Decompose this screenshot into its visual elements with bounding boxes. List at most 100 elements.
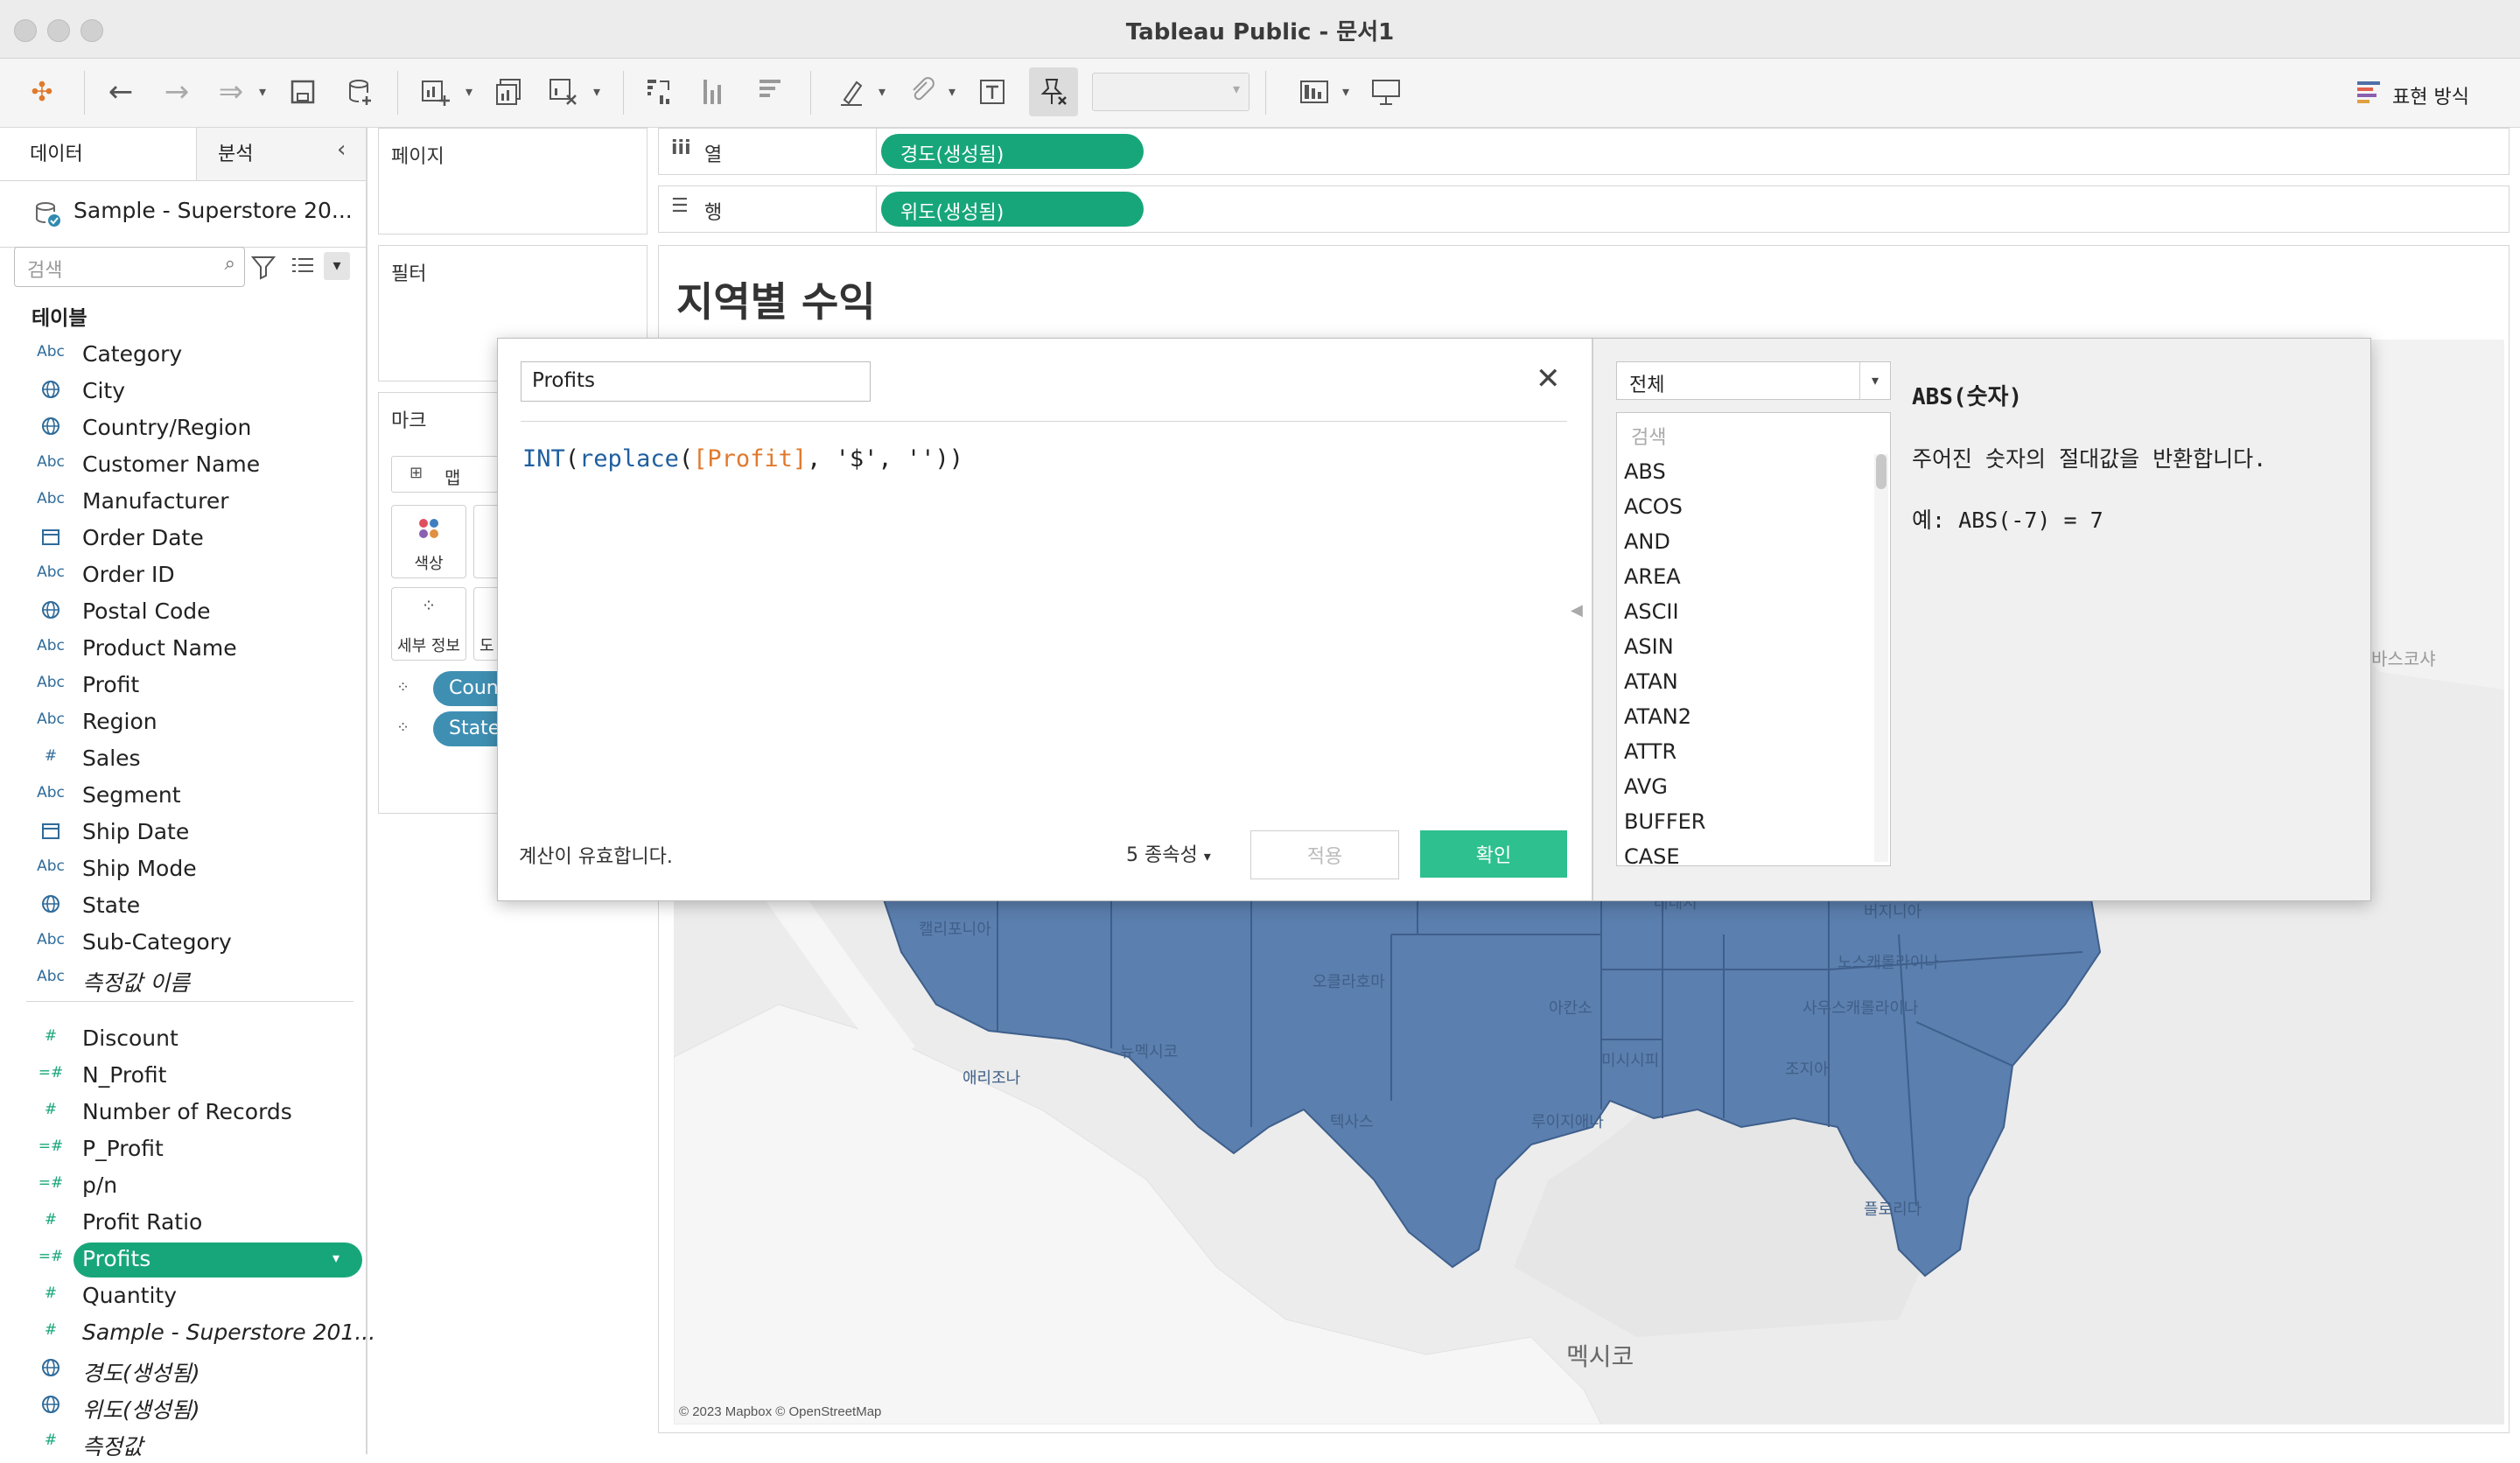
calc-name-input[interactable]: Profits bbox=[521, 361, 871, 402]
close-icon[interactable]: ✕ bbox=[1536, 361, 1561, 396]
formula-editor[interactable]: INT(replace([Profit], '$', '')) bbox=[522, 445, 963, 472]
datasource-row[interactable]: Sample - Superstore 20... bbox=[0, 180, 366, 248]
view-list-icon[interactable] bbox=[290, 256, 315, 278]
field-item[interactable]: # Number of Records bbox=[0, 1096, 366, 1132]
filters-card-title: 필터 bbox=[391, 263, 427, 285]
show-cards-dropdown-icon[interactable]: ▾ bbox=[1342, 83, 1349, 100]
field-item[interactable]: 경도(생성됨) bbox=[0, 1353, 366, 1390]
rows-shelf[interactable]: ☰ 행 위도(생성됨) bbox=[658, 186, 2510, 233]
function-list-item[interactable]: ATTR bbox=[1624, 739, 1676, 764]
function-category-select[interactable]: 전체 ▾ bbox=[1616, 361, 1891, 400]
field-item[interactable]: Abc Ship Mode bbox=[0, 852, 366, 889]
replay-icon[interactable]: ⇒ bbox=[210, 71, 252, 113]
field-item[interactable]: City bbox=[0, 374, 366, 411]
data-search-input[interactable]: 검색 ⌕ bbox=[14, 247, 245, 287]
highlight-dropdown-icon[interactable]: ▾ bbox=[878, 83, 886, 100]
field-label: Sub-Category bbox=[82, 929, 232, 955]
filter-fields-icon[interactable] bbox=[250, 254, 276, 280]
tableau-logo-icon[interactable]: ✣ bbox=[21, 71, 63, 113]
field-item[interactable]: # Profit Ratio bbox=[0, 1206, 366, 1242]
new-datasource-icon[interactable] bbox=[340, 71, 382, 113]
field-item[interactable]: =# P_Profit bbox=[0, 1132, 366, 1169]
field-dropdown-icon[interactable]: ▾ bbox=[332, 1250, 340, 1266]
function-list-item[interactable]: AVG bbox=[1624, 774, 1668, 799]
show-mark-labels-icon[interactable] bbox=[971, 71, 1013, 113]
clear-dropdown-icon[interactable]: ▾ bbox=[593, 83, 600, 100]
columns-shelf[interactable]: iii 열 경도(생성됨) bbox=[658, 128, 2510, 175]
field-item[interactable]: # Sales bbox=[0, 742, 366, 779]
scrollbar-thumb[interactable] bbox=[1876, 454, 1886, 489]
toolbar: ✣ ← → ⇒ ▾ ▾ ▾ ▾ ▾ ▾ ▾ 표현 방식 bbox=[0, 59, 2520, 128]
view-options-dropdown-icon[interactable]: ▾ bbox=[324, 252, 350, 280]
function-list-item[interactable]: AND bbox=[1624, 529, 1670, 554]
sort-descending-icon[interactable] bbox=[749, 71, 791, 113]
field-item[interactable]: Abc Manufacturer bbox=[0, 485, 366, 522]
field-item[interactable]: Abc Product Name bbox=[0, 632, 366, 668]
show-me-button[interactable]: 표현 방식 bbox=[2354, 73, 2494, 113]
tab-analysis[interactable]: 분석 ‹ bbox=[197, 128, 366, 180]
function-search-input[interactable]: 검색 bbox=[1616, 412, 1891, 452]
field-item[interactable]: Order Date bbox=[0, 522, 366, 558]
function-list-item[interactable]: ATAN bbox=[1624, 669, 1678, 694]
field-item[interactable]: Country/Region bbox=[0, 411, 366, 448]
undo-icon[interactable]: ← bbox=[100, 71, 142, 113]
fix-axes-icon[interactable] bbox=[1029, 67, 1078, 116]
field-item[interactable]: # 측정값 bbox=[0, 1426, 366, 1463]
show-cards-icon[interactable] bbox=[1293, 71, 1335, 113]
function-list-item[interactable]: CASE bbox=[1624, 844, 1680, 865]
field-item[interactable]: =# p/n bbox=[0, 1169, 366, 1206]
presentation-mode-icon[interactable] bbox=[1365, 71, 1407, 113]
field-item[interactable]: 위도(생성됨) bbox=[0, 1390, 366, 1426]
field-item[interactable]: State bbox=[0, 889, 366, 926]
ok-button[interactable]: 확인 bbox=[1420, 830, 1567, 878]
group-members-icon[interactable] bbox=[901, 71, 943, 113]
field-item[interactable]: Abc Customer Name bbox=[0, 448, 366, 485]
abc-string-icon: Abc bbox=[37, 343, 65, 360]
field-item[interactable]: # Quantity bbox=[0, 1279, 366, 1316]
field-item[interactable]: Abc Segment bbox=[0, 779, 366, 816]
apply-button[interactable]: 적용 bbox=[1250, 830, 1399, 879]
group-dropdown-icon[interactable]: ▾ bbox=[948, 83, 956, 100]
dependencies-dropdown[interactable]: 5 종속성 ▾ bbox=[1126, 839, 1211, 867]
field-label: Number of Records bbox=[82, 1099, 292, 1124]
field-item[interactable]: Abc Order ID bbox=[0, 558, 366, 595]
field-item[interactable]: Ship Date bbox=[0, 816, 366, 852]
latitude-pill[interactable]: 위도(생성됨) bbox=[881, 192, 1144, 227]
function-list-item[interactable]: ABS bbox=[1624, 459, 1666, 484]
replay-dropdown-icon[interactable]: ▾ bbox=[259, 83, 266, 100]
redo-icon[interactable]: → bbox=[156, 71, 198, 113]
function-list-item[interactable]: ASIN bbox=[1624, 634, 1674, 659]
field-item[interactable]: Abc Region bbox=[0, 705, 366, 742]
color-mark-button[interactable]: 색상 bbox=[391, 505, 466, 578]
detail-mark-button[interactable]: ⁘ 세부 정보 bbox=[391, 587, 466, 661]
function-list-item[interactable]: BUFFER bbox=[1624, 809, 1705, 834]
new-worksheet-dropdown-icon[interactable]: ▾ bbox=[466, 83, 472, 100]
sort-ascending-icon[interactable] bbox=[693, 71, 735, 113]
clear-sheet-icon[interactable] bbox=[542, 71, 584, 113]
pages-card[interactable]: 페이지 bbox=[378, 128, 648, 234]
function-list-item[interactable]: AREA bbox=[1624, 564, 1681, 589]
field-item[interactable]: # Discount bbox=[0, 1022, 366, 1059]
field-item[interactable]: Abc Profit bbox=[0, 668, 366, 705]
function-list-scrollbar[interactable] bbox=[1874, 454, 1888, 862]
field-item[interactable]: Abc 측정값 이름 bbox=[0, 962, 366, 999]
field-item[interactable]: Abc Sub-Category bbox=[0, 926, 366, 962]
new-worksheet-icon[interactable] bbox=[415, 71, 457, 113]
save-icon[interactable] bbox=[282, 71, 324, 113]
collapse-functions-icon[interactable]: ◀ bbox=[1571, 601, 1583, 620]
fit-dropdown[interactable]: ▾ bbox=[1092, 73, 1250, 111]
field-item[interactable]: =# N_Profit bbox=[0, 1059, 366, 1096]
longitude-pill[interactable]: 경도(생성됨) bbox=[881, 134, 1144, 169]
duplicate-sheet-icon[interactable] bbox=[488, 71, 530, 113]
function-list-item[interactable]: ASCII bbox=[1624, 599, 1679, 624]
tab-data[interactable]: 데이터 bbox=[0, 128, 197, 180]
function-list-item[interactable]: ATAN2 bbox=[1624, 704, 1691, 729]
field-item[interactable]: =# Profits ▾ bbox=[0, 1242, 366, 1279]
highlight-icon[interactable] bbox=[831, 71, 873, 113]
field-item[interactable]: # Sample - Superstore 201... bbox=[0, 1316, 375, 1353]
field-item[interactable]: Abc Category bbox=[0, 338, 366, 374]
swap-rows-columns-icon[interactable] bbox=[639, 71, 681, 113]
field-item[interactable]: Postal Code bbox=[0, 595, 366, 632]
function-list-item[interactable]: ACOS bbox=[1624, 494, 1683, 519]
collapse-pane-icon[interactable]: ‹ bbox=[337, 136, 346, 163]
